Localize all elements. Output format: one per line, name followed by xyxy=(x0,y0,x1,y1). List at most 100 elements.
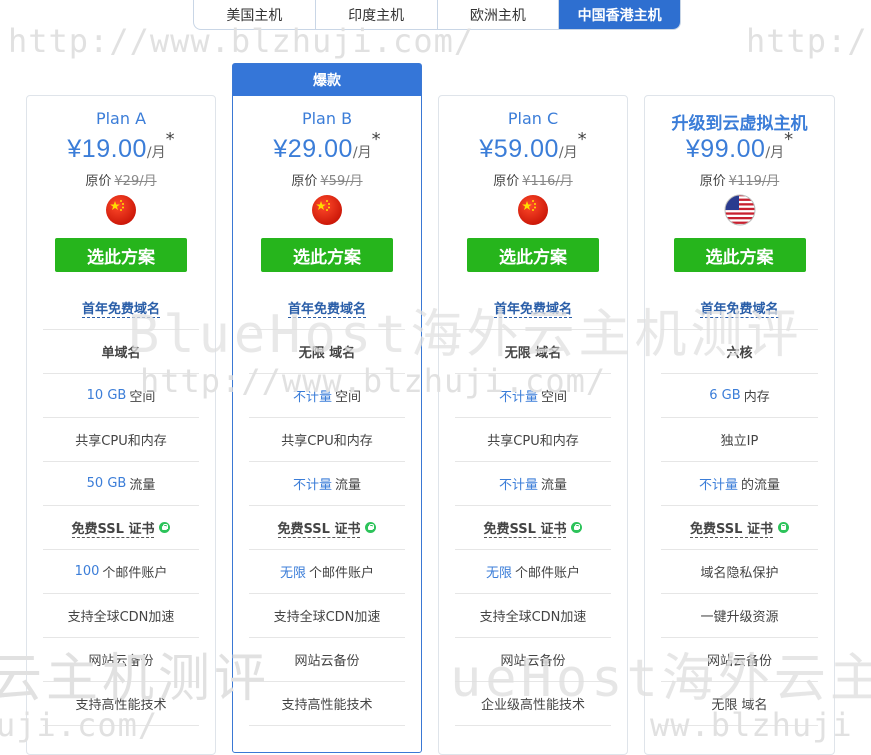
feature-text: 的流量 xyxy=(741,478,781,493)
feature-text: 单域名 xyxy=(101,346,141,361)
feature-text: 无限 xyxy=(279,566,306,581)
original-price-value: ¥119/月 xyxy=(728,174,780,189)
feature-item: 支持全球CDN加速 xyxy=(455,594,611,638)
feature-text: 网站云备份 xyxy=(294,654,360,669)
feature-item: 无限 域名 xyxy=(455,330,611,374)
feature-text: 六核 xyxy=(726,346,753,361)
select-plan-button[interactable]: 选此方案 xyxy=(673,238,806,272)
china-flag-icon xyxy=(439,194,627,226)
hot-badge: 爆款 xyxy=(233,64,421,96)
plan-card-0: Plan A ¥19.00/月* 原价 ¥29/月 选此方案 首年免费域名 单域名 10 … xyxy=(26,95,216,755)
feature-item: 无限 域名 xyxy=(661,682,818,726)
feature-text: 无限 域名 xyxy=(711,698,768,713)
feature-item: 免费SSL 证书 xyxy=(661,506,818,550)
feature-item: 不计量 流量 xyxy=(249,462,405,506)
feature-item: 网站云备份 xyxy=(249,638,405,682)
feature-text: 空间 xyxy=(335,390,362,405)
feature-text: 不计量 xyxy=(292,390,332,405)
feature-item: 网站云备份 xyxy=(43,638,199,682)
feature-item: 不计量 的流量 xyxy=(661,462,818,506)
plan-card-1: 爆款 Plan B ¥29.00/月* 原价 ¥59/月 选此方案 首年免费域名 无限 域… xyxy=(232,63,422,753)
price-asterisk: * xyxy=(165,129,175,150)
feature-item: 六核 xyxy=(661,330,818,374)
feature-item: 一键升级资源 xyxy=(661,594,818,638)
original-price-value: ¥59/月 xyxy=(320,174,363,189)
feature-text: 流量 xyxy=(541,478,568,493)
lock-icon xyxy=(159,522,171,533)
feature-text: 支持高性能技术 xyxy=(75,698,167,713)
feature-text: 一键升级资源 xyxy=(700,610,779,625)
china-flag-icon xyxy=(233,194,421,226)
original-price-value: ¥29/月 xyxy=(114,174,157,189)
feature-item: 单域名 xyxy=(43,330,199,374)
price-value: ¥99.00 xyxy=(685,135,766,163)
original-price: 原价 ¥29/月 xyxy=(27,170,215,189)
feature-text: 网站云备份 xyxy=(706,654,772,669)
price-unit: /月 xyxy=(558,145,578,161)
feature-text[interactable]: 免费SSL 证书 xyxy=(277,518,361,538)
feature-item: 共享CPU和内存 xyxy=(249,418,405,462)
select-plan-button[interactable]: 选此方案 xyxy=(261,238,393,272)
feature-text: 支持高性能技术 xyxy=(281,698,373,713)
feature-item: 支持全球CDN加速 xyxy=(43,594,199,638)
feature-item: 100 个邮件账户 xyxy=(43,550,199,594)
feature-text: 无限 域名 xyxy=(504,346,562,361)
feature-text[interactable]: 免费SSL 证书 xyxy=(483,518,567,538)
select-plan-button[interactable]: 选此方案 xyxy=(55,238,187,272)
feature-list: 首年免费域名 无限 域名 不计量 空间 共享CPU和内存 不计量 流量 免费SSL 证书 无限个… xyxy=(439,286,627,726)
tab-0[interactable]: 美国主机 xyxy=(194,0,316,29)
feature-list: 首年免费域名 六核 6 GB 内存 独立IP 不计量 的流量 免费SSL 证书 域名隐私保护 一键… xyxy=(645,286,834,726)
price-unit: /月 xyxy=(765,145,785,161)
usa-flag-icon xyxy=(645,194,834,226)
tab-1[interactable]: 印度主机 xyxy=(316,0,438,29)
feature-text: 共享CPU和内存 xyxy=(487,434,579,449)
original-price: 原价 ¥59/月 xyxy=(233,170,421,189)
feature-item: 首年免费域名 xyxy=(455,286,611,330)
feature-text: 支持全球CDN加速 xyxy=(273,610,381,625)
feature-text: 共享CPU和内存 xyxy=(281,434,373,449)
feature-item: 50 GB 流量 xyxy=(43,462,199,506)
original-price: 原价 ¥116/月 xyxy=(439,170,627,189)
plan-name: Plan A xyxy=(95,109,147,128)
select-plan-button[interactable]: 选此方案 xyxy=(467,238,599,272)
feature-item: 6 GB 内存 xyxy=(661,374,818,418)
feature-item: 免费SSL 证书 xyxy=(249,506,405,550)
feature-text: 50 GB xyxy=(86,476,127,491)
plan-name: Plan B xyxy=(301,109,353,128)
price-asterisk: * xyxy=(784,129,794,150)
feature-text: 无限 xyxy=(485,566,512,581)
feature-text[interactable]: 首年免费域名 xyxy=(287,298,366,318)
feature-item: 网站云备份 xyxy=(661,638,818,682)
lock-icon xyxy=(365,522,377,533)
tab-3[interactable]: 中国香港主机 xyxy=(559,0,680,29)
feature-list: 首年免费域名 无限 域名 不计量 空间 共享CPU和内存 不计量 流量 免费SSL 证书 无限个… xyxy=(233,286,421,726)
feature-item: 无限 个邮件账户 xyxy=(249,550,405,594)
plan-price: ¥29.00/月* xyxy=(233,129,421,169)
feature-item: 免费SSL 证书 xyxy=(43,506,199,550)
tab-2[interactable]: 欧洲主机 xyxy=(438,0,560,29)
china-flag-icon xyxy=(27,194,215,226)
feature-text: 100 xyxy=(74,564,100,579)
feature-item: 支持高性能技术 xyxy=(249,682,405,726)
feature-item: 域名隐私保护 xyxy=(661,550,818,594)
feature-item: 不计量 流量 xyxy=(455,462,611,506)
plan-card-3: 升级到云虚拟主机 ¥99.00/月* 原价 ¥119/月 选此方案 首年免费域名 六核 6… xyxy=(644,95,835,755)
feature-text: 个邮件账户 xyxy=(102,566,168,581)
feature-text[interactable]: 首年免费域名 xyxy=(81,298,160,318)
feature-text[interactable]: 首年免费域名 xyxy=(700,298,779,318)
feature-item: 支持全球CDN加速 xyxy=(249,594,405,638)
feature-item: 共享CPU和内存 xyxy=(455,418,611,462)
feature-text: 空间 xyxy=(129,390,156,405)
feature-text[interactable]: 首年免费域名 xyxy=(493,298,572,318)
price-unit: /月 xyxy=(352,145,372,161)
feature-text: 支持全球CDN加速 xyxy=(479,610,587,625)
feature-item: 支持高性能技术 xyxy=(43,682,199,726)
original-price-value: ¥116/月 xyxy=(522,174,573,189)
hosting-region-tabs: 美国主机 印度主机 欧洲主机 中国香港主机 xyxy=(193,0,681,30)
lock-icon xyxy=(777,522,789,533)
plan-price: ¥99.00/月* xyxy=(645,129,834,169)
feature-text[interactable]: 免费SSL 证书 xyxy=(690,518,773,538)
feature-text[interactable]: 免费SSL 证书 xyxy=(71,518,155,538)
plan-name: Plan C xyxy=(507,109,559,128)
plan-price: ¥59.00/月* xyxy=(439,129,627,169)
